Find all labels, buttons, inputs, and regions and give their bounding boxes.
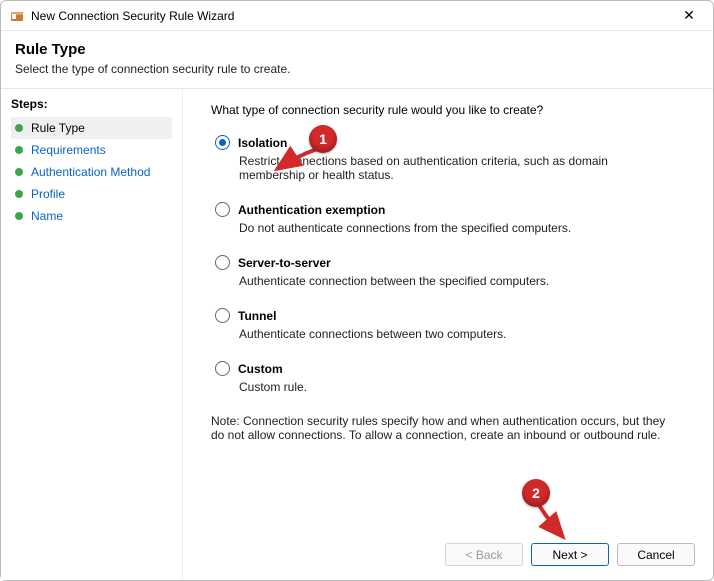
- radio-button[interactable]: [215, 361, 230, 376]
- button-bar: < Back Next > Cancel: [445, 543, 695, 566]
- question-text: What type of connection security rule wo…: [211, 103, 693, 117]
- radio-button[interactable]: [215, 202, 230, 217]
- option-label: Tunnel: [238, 309, 276, 323]
- step-item[interactable]: Requirements: [11, 139, 172, 161]
- step-label: Name: [31, 209, 63, 223]
- step-bullet-icon: [15, 146, 23, 154]
- close-icon: ✕: [683, 7, 695, 24]
- next-button[interactable]: Next >: [531, 543, 609, 566]
- step-label: Rule Type: [31, 121, 85, 135]
- rule-type-option: Custom Custom rule.: [211, 361, 693, 394]
- page-subtitle: Select the type of connection security r…: [15, 62, 699, 76]
- option-row[interactable]: Custom: [215, 361, 693, 376]
- step-label: Authentication Method: [31, 165, 150, 179]
- back-button: < Back: [445, 543, 523, 566]
- step-bullet-icon: [15, 212, 23, 220]
- radio-button[interactable]: [215, 308, 230, 323]
- content-pane: What type of connection security rule wo…: [183, 89, 713, 580]
- option-row[interactable]: Tunnel: [215, 308, 693, 323]
- step-bullet-icon: [15, 124, 23, 132]
- radio-button[interactable]: [215, 135, 230, 150]
- wizard-body: Steps: Rule Type Requirements Authenticati…: [1, 89, 713, 580]
- wizard-header: Rule Type Select the type of connection …: [1, 31, 713, 89]
- option-row[interactable]: Isolation: [215, 135, 693, 150]
- step-item[interactable]: Name: [11, 205, 172, 227]
- option-description: Do not authenticate connections from the…: [239, 221, 669, 235]
- option-label: Authentication exemption: [238, 203, 385, 217]
- titlebar: New Connection Security Rule Wizard ✕: [1, 1, 713, 31]
- option-label: Custom: [238, 362, 283, 376]
- rule-type-option: Authentication exemption Do not authentic…: [211, 202, 693, 235]
- option-label: Server-to-server: [238, 256, 331, 270]
- step-item[interactable]: Authentication Method: [11, 161, 172, 183]
- window-title: New Connection Security Rule Wizard: [31, 9, 669, 23]
- app-icon: [9, 8, 25, 24]
- rule-type-option: Isolation Restrict connections based on a…: [211, 135, 693, 182]
- radio-button[interactable]: [215, 255, 230, 270]
- option-description: Authenticate connection between the spec…: [239, 274, 669, 288]
- option-label: Isolation: [238, 136, 287, 150]
- step-item[interactable]: Profile: [11, 183, 172, 205]
- steps-sidebar: Steps: Rule Type Requirements Authenticati…: [1, 89, 183, 580]
- option-description: Custom rule.: [239, 380, 669, 394]
- step-bullet-icon: [15, 168, 23, 176]
- page-title: Rule Type: [15, 41, 699, 58]
- cancel-button[interactable]: Cancel: [617, 543, 695, 566]
- step-bullet-icon: [15, 190, 23, 198]
- note-text: Note: Connection security rules specify …: [211, 414, 681, 442]
- rule-type-option: Server-to-server Authenticate connection …: [211, 255, 693, 288]
- option-row[interactable]: Authentication exemption: [215, 202, 693, 217]
- option-description: Restrict connections based on authentica…: [239, 154, 669, 182]
- step-item: Rule Type: [11, 117, 172, 139]
- rule-type-option: Tunnel Authenticate connections between t…: [211, 308, 693, 341]
- steps-heading: Steps:: [11, 97, 172, 111]
- step-label: Profile: [31, 187, 65, 201]
- options-group: Isolation Restrict connections based on a…: [211, 135, 693, 394]
- option-row[interactable]: Server-to-server: [215, 255, 693, 270]
- option-description: Authenticate connections between two com…: [239, 327, 669, 341]
- close-button[interactable]: ✕: [669, 2, 709, 30]
- step-label: Requirements: [31, 143, 106, 157]
